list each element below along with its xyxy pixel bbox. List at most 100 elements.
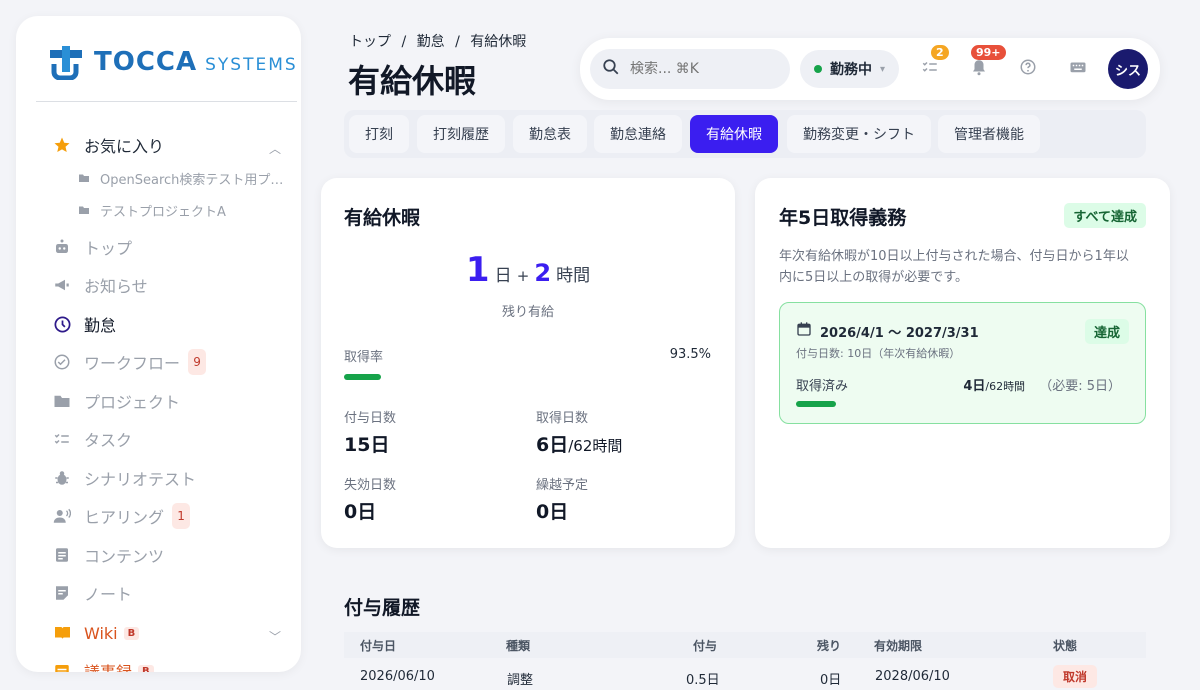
topbar: 勤務中 ▾ 2 99+ シス [580,38,1160,100]
sidebar-item-attendance[interactable]: 勤怠 [52,309,116,339]
work-status-dropdown[interactable]: 勤務中 ▾ [800,50,900,88]
carry-value: 0日 [536,501,569,523]
clock-icon [52,314,72,334]
sidebar-item-task[interactable]: タスク [52,424,132,454]
sidebar-item-project[interactable]: プロジェクト [52,386,180,416]
taken-days: 6日 [536,434,569,456]
sidebar-item-top[interactable]: トップ [52,232,132,262]
status-badge: 取消 [1053,665,1098,688]
sidebar-item-label: ワークフロー [84,354,181,373]
sidebar-item-favorites[interactable]: お気に入り [52,130,164,160]
sidebar-item-scenario-test[interactable]: シナリオテスト [52,463,196,493]
logo-sub: SYSTEMS [205,55,298,75]
sidebar-item-workflow[interactable]: ワークフロー 9 [52,347,207,377]
document-icon [52,545,72,565]
expired-label: 失効日数 [344,478,397,493]
period-text: 2026/4/1 〜 2027/3/31 [820,325,979,341]
sidebar-item-minutes[interactable]: 議事録 B [52,656,154,672]
tab-admin[interactable]: 管理者機能 [938,115,1040,153]
cell-remaining: 0日 [820,673,842,688]
sidebar-item-label: Wiki [84,623,118,643]
cell-expiry: 2028/06/10 [875,669,950,684]
cell-date: 2026/06/10 [360,669,435,684]
taken-value: 6日/62時間 [536,430,622,457]
sidebar-item-label: トップ [84,239,133,258]
page-title: 有給休暇 [348,62,477,100]
obligation-description: 年次有給休暇が10日以上付与された場合、付与日から1年以 内に5日以上の取得が必… [779,246,1129,288]
sidebar-item-label: ヒアリング [84,508,165,527]
column-header[interactable]: 付与日 [360,637,396,654]
status-dot [814,65,822,73]
search-box[interactable] [590,49,790,89]
tab-clock-in[interactable]: 打刻 [349,115,409,153]
bell-icon [970,58,988,80]
paid-leave-card: 有給休暇 1 日 + 2 時間 残り有給 取得率 93.5% 付与日数 15日 … [321,178,735,548]
tab-clock-history[interactable]: 打刻履歴 [417,115,505,153]
check-circle-icon [52,352,72,372]
history-title: 付与履歴 [344,597,421,619]
description-line: 内に5日以上の取得が必要です。 [779,270,968,285]
obligation-card: 年5日取得義務 すべて達成 年次有給休暇が10日以上付与された場合、付与日から1… [755,178,1170,548]
breadcrumb-link[interactable]: 勤怠 [417,34,445,50]
tab-paid-leave[interactable]: 有給休暇 [690,115,778,153]
checklist-icon [921,58,939,80]
task-count-badge: 2 [931,45,949,60]
count-badge: 9 [188,349,207,375]
remaining-hours-value: 2 [534,259,552,287]
logo-mark-icon [48,44,84,81]
megaphone-icon [52,275,72,295]
sidebar-fav-item[interactable]: OpenSearch検索テスト用プ… [78,167,283,189]
plus-sign: + [516,267,530,285]
hours-unit: 時間 [556,266,591,286]
sidebar-item-label: 議事録 [84,659,132,672]
robot-icon [52,237,72,257]
logo-main: TOCCA [94,47,198,77]
folder-icon [78,203,92,217]
notification-button[interactable]: 99+ [967,45,1006,81]
search-icon [602,58,620,80]
sidebar-item-wiki[interactable]: Wiki B [52,618,140,648]
card-title: 有給休暇 [344,207,421,229]
cell-type: 調整 [507,673,534,688]
tab-shift-change[interactable]: 勤務変更・シフト [787,115,931,153]
breadcrumb-separator: / [401,34,407,50]
column-header[interactable]: 残り [817,637,841,654]
keyboard-button[interactable] [1066,57,1090,81]
sidebar-fav-label: OpenSearch検索テスト用プ… [100,172,284,188]
remaining-label: 残り有給 [501,305,554,320]
avatar[interactable]: シス [1108,49,1148,89]
taken-hours: /62時間 [568,437,623,455]
taken-summary: 4日/62時間 （必要: 5日） [963,375,1121,394]
chevron-down-icon[interactable]: ﹀ [269,628,281,645]
sidebar-item-note[interactable]: ノート [52,578,132,608]
logo[interactable]: TOCCA SYSTEMS [48,44,298,81]
search-input[interactable] [630,61,770,77]
breadcrumb: トップ / 勤怠 / 有給休暇 [349,31,532,51]
chevron-down-icon: ▾ [880,63,886,75]
sidebar-item-hearing[interactable]: ヒアリング 1 [52,501,191,531]
status-label: 勤務中 [830,62,872,78]
folder-icon [52,391,72,411]
column-header[interactable]: 付与 [693,637,717,654]
sidebar-item-label: タスク [84,431,133,450]
sidebar-item-label: 勤怠 [84,316,117,335]
notification-count-badge: 99+ [971,45,1006,60]
task-button[interactable]: 2 [918,45,949,81]
column-header[interactable]: 有効期限 [874,637,922,654]
help-button[interactable] [1016,57,1040,81]
note-icon [52,583,72,603]
breadcrumb-link[interactable]: トップ [349,34,391,50]
column-header[interactable]: 種類 [506,637,530,654]
checklist-icon [52,429,72,449]
sidebar-fav-item[interactable]: テストプロジェクトA [78,199,226,221]
sidebar-item-news[interactable]: お知らせ [52,270,148,300]
chevron-up-icon[interactable]: ︿ [269,140,281,157]
tab-attendance-contact[interactable]: 勤怠連絡 [594,115,682,153]
tab-attendance-sheet[interactable]: 勤怠表 [513,115,587,153]
sidebar: TOCCA SYSTEMS お気に入り ︿ OpenSearch検索テスト用プ… … [16,16,301,672]
column-header[interactable]: 状態 [1053,637,1077,654]
keyboard-icon [1069,58,1087,80]
card-title: 年5日取得義務 [779,207,907,229]
logo-text: TOCCA SYSTEMS [94,47,298,77]
sidebar-item-contents[interactable]: コンテンツ [52,540,164,570]
